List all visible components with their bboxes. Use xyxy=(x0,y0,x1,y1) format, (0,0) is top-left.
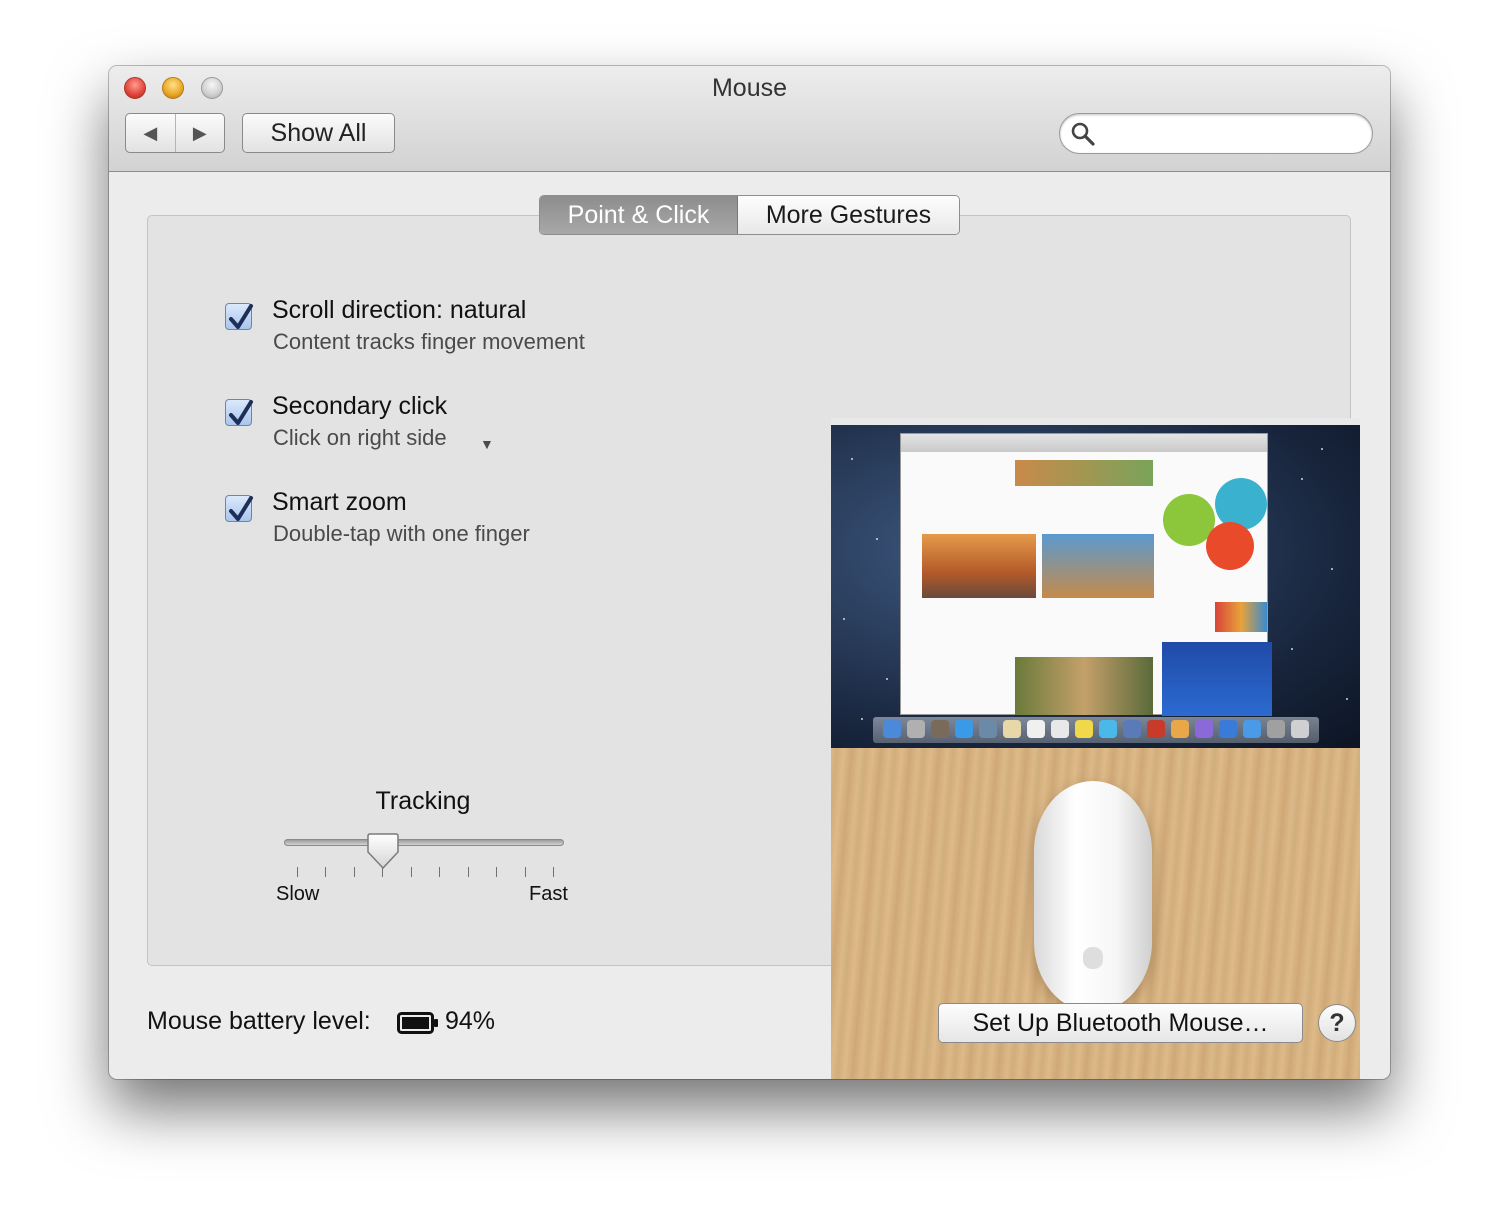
apple-logo-icon xyxy=(1083,947,1103,969)
option-title: Scroll direction: natural xyxy=(272,296,527,324)
slider-tick xyxy=(525,867,526,877)
back-button[interactable]: ◀ xyxy=(126,114,176,152)
tracking-label: Tracking xyxy=(375,787,471,815)
tracking-slider-thumb[interactable] xyxy=(366,832,400,872)
secondary-click-checkbox[interactable] xyxy=(225,399,253,426)
mouse-preferences-window: Mouse ◀ ▶ Show All Scroll direction: nat… xyxy=(109,66,1390,1079)
set-up-bluetooth-mouse-button[interactable]: Set Up Bluetooth Mouse… xyxy=(938,1003,1303,1043)
scroll-direction-checkbox[interactable] xyxy=(225,303,253,330)
browser-window-illustration xyxy=(900,433,1272,716)
window-title: Mouse xyxy=(711,74,788,102)
slider-tick xyxy=(411,867,412,877)
fast-label: Fast xyxy=(529,883,568,905)
slider-tick xyxy=(553,867,554,877)
menu-bar-illustration xyxy=(831,418,1360,425)
dropdown-arrow-icon[interactable]: ▼ xyxy=(480,436,494,452)
settings-panel: Scroll direction: natural Content tracks… xyxy=(147,215,1360,1079)
tracking-slider-ticks xyxy=(297,867,554,879)
dock-illustration xyxy=(873,717,1319,743)
battery-icon xyxy=(397,1012,438,1034)
option-subtitle: Double-tap with one finger xyxy=(273,521,530,546)
option-title: Smart zoom xyxy=(272,488,407,516)
checkmark-icon xyxy=(229,496,253,521)
slider-tick xyxy=(496,867,497,877)
checkmark-icon xyxy=(229,400,253,425)
desktop-screen-illustration xyxy=(831,418,1360,748)
title-bar: Mouse ◀ ▶ Show All xyxy=(109,66,1390,172)
forward-arrow-icon: ▶ xyxy=(192,122,207,143)
slider-tick xyxy=(297,867,298,877)
slow-label: Slow xyxy=(276,883,320,905)
search-input[interactable] xyxy=(1102,120,1364,148)
help-button[interactable]: ? xyxy=(1318,1004,1356,1042)
search-icon xyxy=(1071,122,1095,146)
tracking-slider[interactable] xyxy=(284,839,564,846)
back-forward-control: ◀ ▶ xyxy=(125,113,225,153)
slider-tick xyxy=(354,867,355,877)
tab-bar: Point & Click More Gestures xyxy=(539,195,960,235)
slider-tick xyxy=(468,867,469,877)
tab-more-gestures[interactable]: More Gestures xyxy=(738,196,959,234)
battery-level-label: Mouse battery level: xyxy=(147,1007,371,1035)
option-title: Secondary click xyxy=(272,392,448,420)
back-arrow-icon: ◀ xyxy=(143,122,158,143)
smart-zoom-checkbox[interactable] xyxy=(225,495,253,522)
magic-mouse-illustration xyxy=(1034,781,1152,1012)
checkmark-icon xyxy=(229,304,253,329)
search-field[interactable] xyxy=(1059,113,1373,154)
slider-tick xyxy=(439,867,440,877)
forward-button[interactable]: ▶ xyxy=(176,114,225,152)
gesture-preview-image xyxy=(831,418,1360,1079)
battery-level-value: 94% xyxy=(445,1007,496,1035)
option-subtitle: Content tracks finger movement xyxy=(273,329,585,354)
tab-point-and-click[interactable]: Point & Click xyxy=(540,196,738,234)
slider-tick xyxy=(325,867,326,877)
secondary-click-popup[interactable]: Click on right side xyxy=(273,425,447,451)
show-all-button[interactable]: Show All xyxy=(242,113,395,153)
